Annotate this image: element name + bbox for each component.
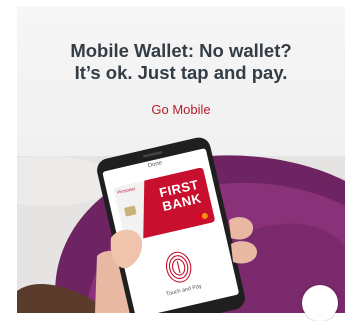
ad-banner[interactable]: Done Personal FIRST BANK Touch and Pay M… [17,6,345,313]
headline: Mobile Wallet: No wallet? It’s ok. Just … [17,40,345,84]
card-brand-label: Personal [116,186,136,195]
headline-line-2: It’s ok. Just tap and pay. [74,62,288,83]
mastercard-icon [197,211,208,219]
chat-icon[interactable] [302,285,338,321]
fingerprint-icon [164,250,194,285]
go-mobile-link[interactable]: Go Mobile [17,102,345,117]
headline-line-1: Mobile Wallet: No wallet? [70,40,292,61]
